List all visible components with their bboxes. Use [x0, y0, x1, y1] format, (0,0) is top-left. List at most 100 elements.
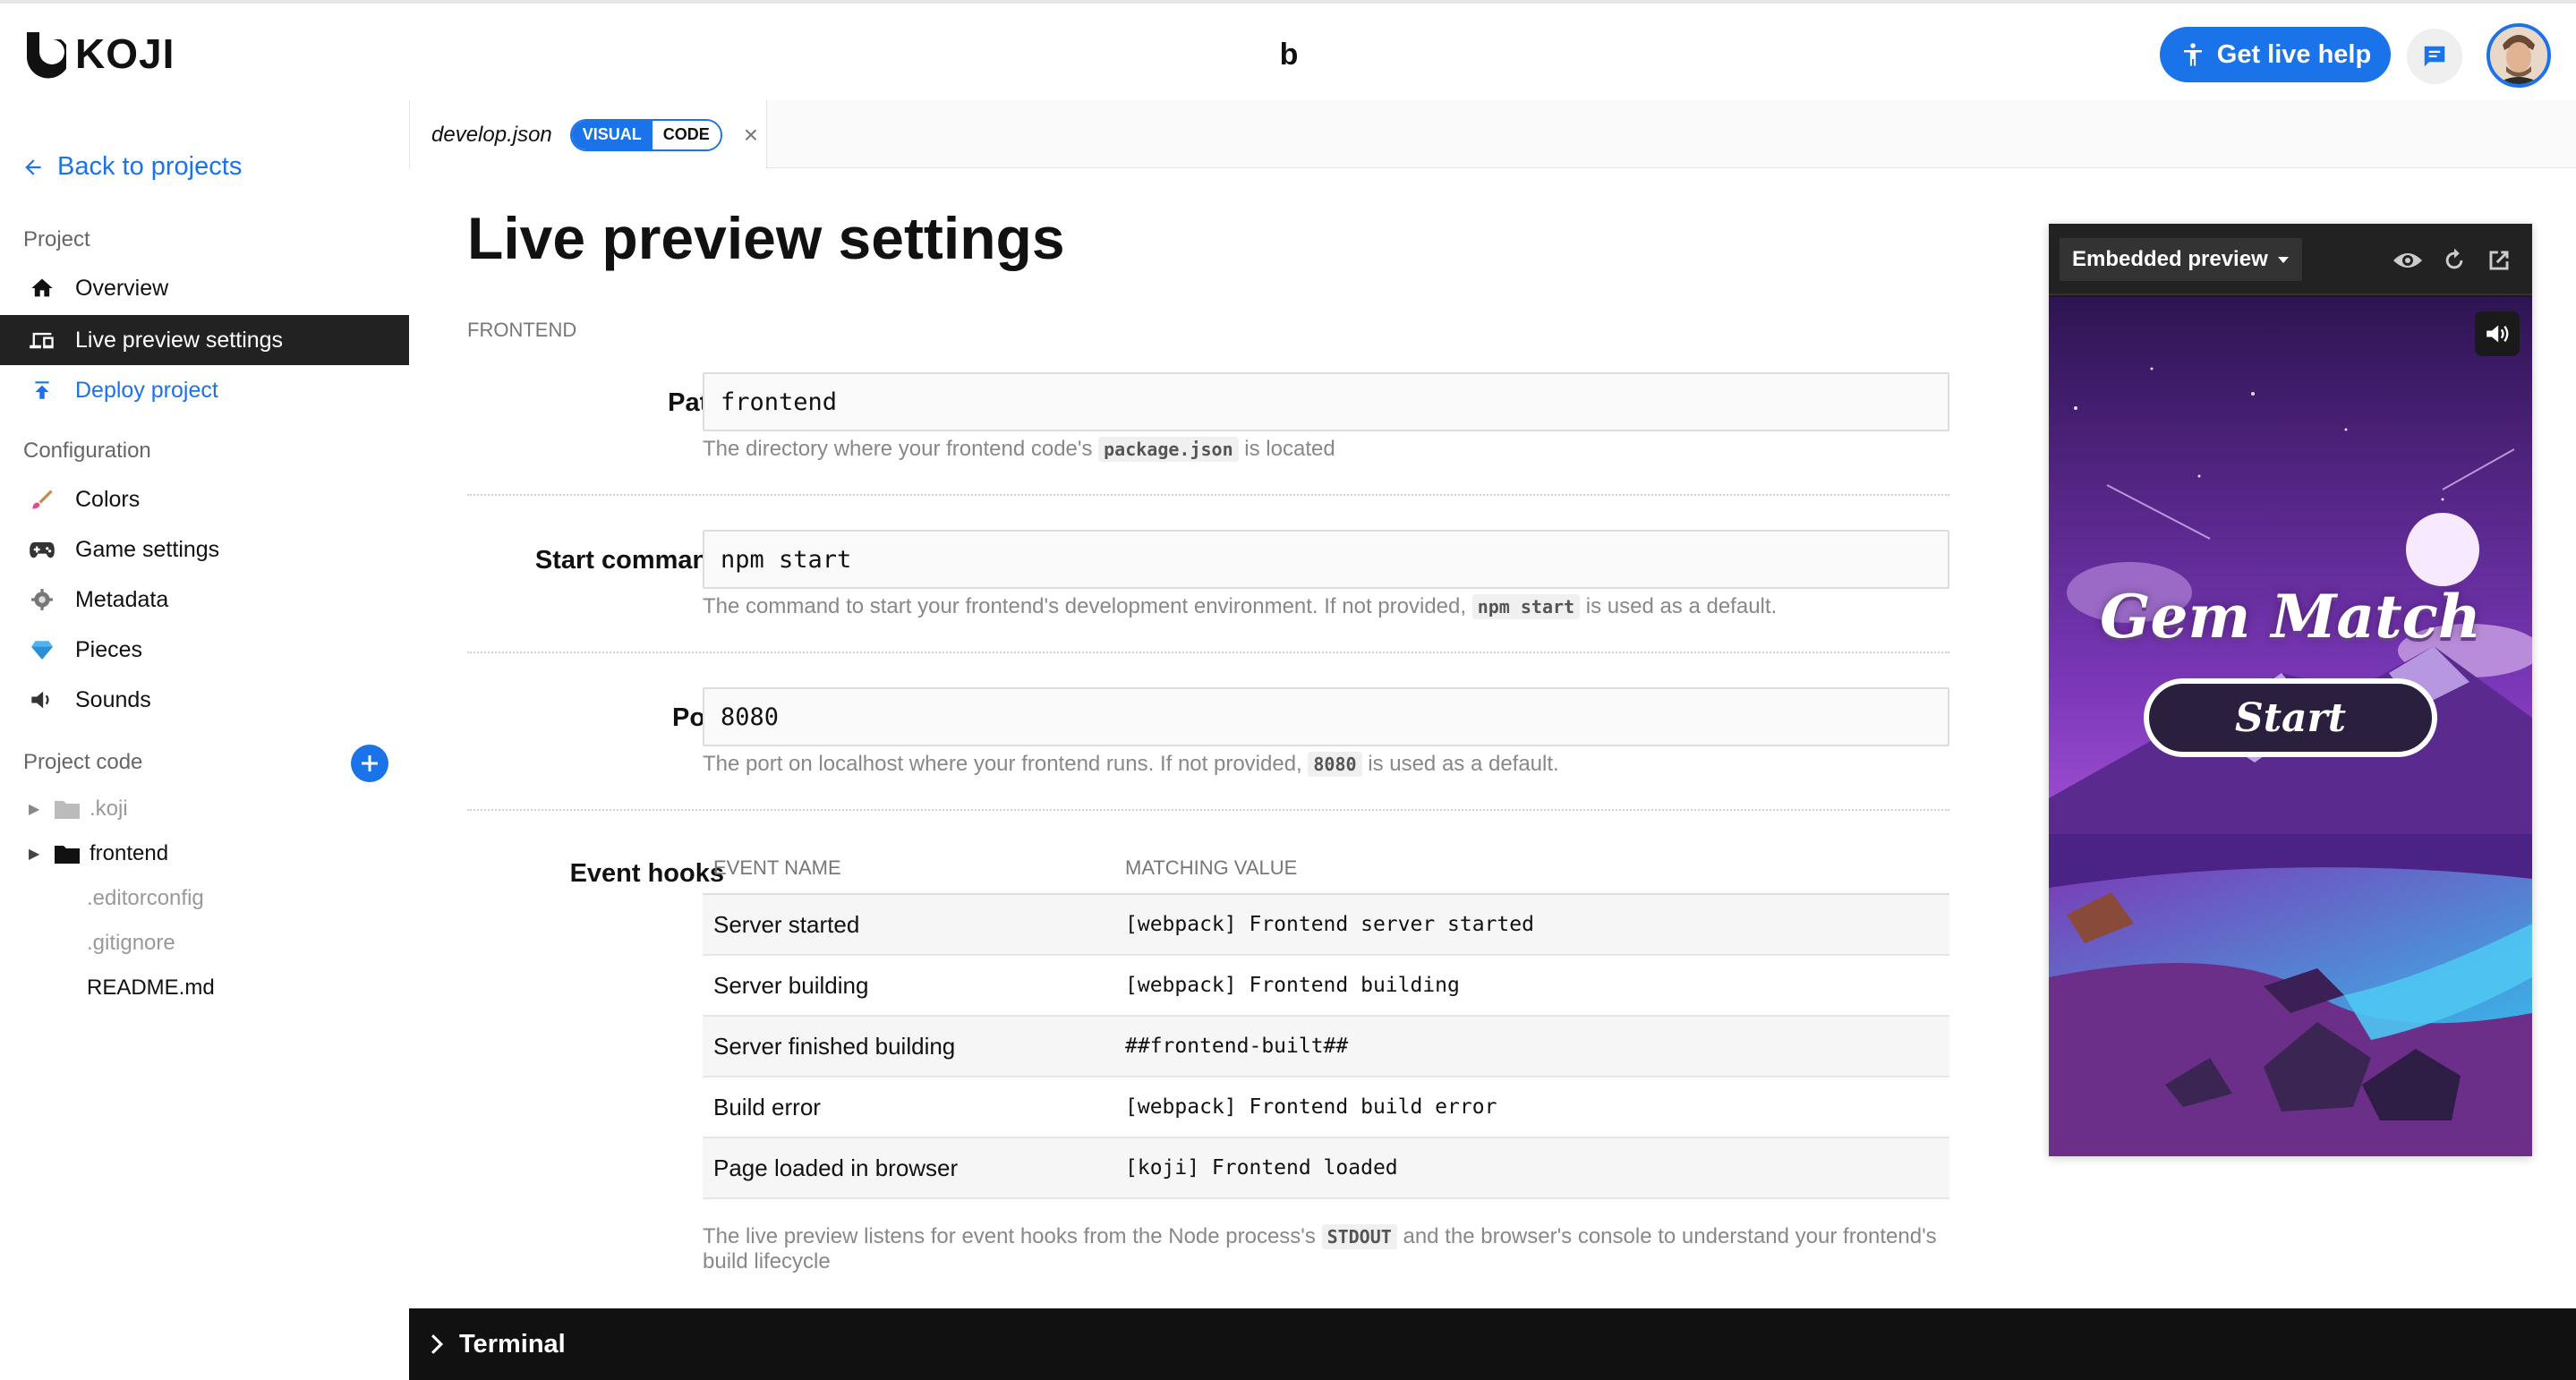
sidebar-item-overview[interactable]: Overview — [0, 263, 409, 313]
speaker-icon — [29, 686, 55, 713]
port-label: Port — [672, 703, 724, 732]
get-live-help-button[interactable]: Get live help — [2160, 27, 2391, 82]
caret-right-icon: ▶ — [29, 847, 40, 862]
terminal-label: Terminal — [459, 1329, 566, 1359]
back-label: Back to projects — [57, 152, 243, 181]
file-tab-develop-json[interactable]: develop.json VISUAL CODE × — [409, 100, 767, 169]
page-title: Live preview settings — [467, 205, 1065, 271]
game-start-button[interactable]: Start — [2144, 678, 2437, 757]
sidebar: Back to projects Project Overview Live p… — [0, 100, 409, 1380]
path-help-code: package.json — [1098, 437, 1239, 462]
sidebar-item-metadata[interactable]: Metadata — [0, 575, 409, 625]
avatar-image — [2490, 27, 2547, 84]
sound-toggle-button[interactable] — [2475, 311, 2520, 356]
sidebar-item-label: Deploy project — [75, 377, 218, 403]
devices-icon — [29, 327, 55, 354]
project-name: b — [1279, 38, 1299, 72]
main-panel: develop.json VISUAL CODE × Live preview … — [409, 100, 2576, 1380]
matching-value-cell[interactable]: [webpack] Frontend building — [1114, 974, 1460, 997]
project-code-section-heading: Project code — [23, 750, 143, 774]
add-file-button[interactable] — [351, 745, 388, 782]
gem-icon — [29, 636, 55, 663]
visual-mode-button[interactable]: VISUAL — [571, 120, 653, 149]
game-controller-icon — [29, 536, 55, 563]
terminal-bar[interactable]: Terminal — [409, 1308, 2576, 1380]
column-header-matching-value: MATCHING VALUE — [1125, 856, 1298, 879]
event-name-cell: Page loaded in browser — [713, 1154, 959, 1181]
table-row[interactable]: Build error [webpack] Frontend build err… — [703, 1078, 1949, 1138]
start-help-prefix: The command to start your frontend's dev… — [703, 594, 1472, 618]
table-row[interactable]: Server finished building ##frontend-buil… — [703, 1017, 1949, 1078]
matching-value-cell[interactable]: ##frontend-built## — [1114, 1035, 1348, 1058]
table-row[interactable]: Server building [webpack] Frontend build… — [703, 956, 1949, 1017]
chat-button[interactable] — [2407, 29, 2462, 84]
arrow-left-icon — [25, 158, 41, 175]
path-input[interactable]: frontend — [703, 372, 1949, 431]
sidebar-item-label: Colors — [75, 486, 141, 512]
koji-logo[interactable]: KOJI — [21, 29, 175, 79]
event-name-cell: Server building — [713, 971, 869, 999]
preview-toolbar: Embedded preview — [2049, 224, 2532, 295]
refresh-icon[interactable] — [2439, 245, 2469, 276]
tree-folder-frontend[interactable]: ▶ frontend — [29, 841, 168, 866]
live-help-label: Get live help — [2216, 39, 2372, 69]
folder-icon — [55, 801, 80, 819]
sidebar-item-live-preview-settings[interactable]: Live preview settings — [0, 315, 409, 365]
divider — [467, 809, 1949, 811]
sidebar-item-sounds[interactable]: Sounds — [0, 675, 409, 725]
close-tab-icon[interactable]: × — [744, 121, 758, 149]
game-title: Gem Match — [2100, 582, 2481, 652]
editor-mode-toggle: VISUAL CODE — [569, 118, 722, 151]
matching-value-cell[interactable]: [koji] Frontend loaded — [1114, 1156, 1398, 1180]
port-help-prefix: The port on localhost where your fronten… — [703, 752, 1309, 776]
sidebar-item-colors[interactable]: Colors — [0, 474, 409, 524]
path-help: The directory where your frontend code's… — [703, 437, 1335, 462]
tree-item-label: .gitignore — [87, 931, 175, 955]
sidebar-item-game-settings[interactable]: Game settings — [0, 524, 409, 575]
event-hooks-label: Event hooks — [569, 859, 724, 888]
event-name-cell: Build error — [713, 1093, 821, 1120]
tree-folder-koji[interactable]: ▶ .koji — [29, 796, 128, 822]
table-row[interactable]: Server started [webpack] Frontend server… — [703, 895, 1949, 956]
code-mode-button[interactable]: CODE — [652, 120, 721, 149]
tree-file-gitignore[interactable]: .gitignore — [87, 931, 175, 956]
paint-brush-icon — [29, 486, 55, 513]
port-help-suffix: is used as a default. — [1361, 752, 1559, 776]
sidebar-item-label: Game settings — [75, 536, 220, 562]
embedded-preview-panel: Embedded preview Gem Match Start — [2049, 224, 2532, 1156]
sidebar-item-label: Metadata — [75, 586, 169, 612]
plus-icon — [362, 755, 378, 771]
start-help-code: npm start — [1471, 594, 1581, 619]
back-to-projects-link[interactable]: Back to projects — [21, 152, 242, 182]
hooks-help-code: STDOUT — [1321, 1224, 1397, 1249]
sidebar-item-label: Pieces — [75, 636, 143, 662]
file-tab-name: develop.json — [431, 122, 552, 147]
start-command-label: Start command — [534, 546, 724, 575]
column-header-event-name: EVENT NAME — [713, 856, 841, 879]
open-in-new-icon[interactable] — [2484, 245, 2514, 276]
preview-mode-label: Embedded preview — [2072, 247, 2268, 271]
matching-value-cell[interactable]: [webpack] Frontend build error — [1114, 1095, 1497, 1119]
preview-mode-select[interactable]: Embedded preview — [2060, 238, 2302, 281]
port-help-code: 8080 — [1308, 752, 1362, 777]
hooks-help-prefix: The live preview listens for event hooks… — [703, 1224, 1322, 1248]
table-row[interactable]: Page loaded in browser [koji] Frontend l… — [703, 1138, 1949, 1199]
gear-icon — [29, 586, 55, 613]
path-label: Path — [668, 388, 724, 417]
sidebar-item-deploy-project[interactable]: Deploy project — [0, 365, 409, 415]
user-avatar[interactable] — [2486, 23, 2551, 88]
port-input[interactable]: 8080 — [703, 687, 1949, 746]
tree-file-readme[interactable]: README.md — [87, 975, 215, 1001]
eye-icon[interactable] — [2393, 245, 2423, 276]
event-hooks-table: EVENT NAME MATCHING VALUE Server started… — [703, 843, 1949, 1199]
volume-icon — [2486, 325, 2509, 343]
caret-right-icon: ▶ — [29, 802, 40, 817]
start-command-input[interactable]: npm start — [703, 530, 1949, 589]
divider — [467, 652, 1949, 653]
matching-value-cell[interactable]: [webpack] Frontend server started — [1114, 913, 1534, 936]
table-header: EVENT NAME MATCHING VALUE — [703, 843, 1949, 895]
chevron-right-icon — [431, 1334, 444, 1354]
sidebar-item-pieces[interactable]: Pieces — [0, 625, 409, 675]
tree-file-editorconfig[interactable]: .editorconfig — [87, 886, 204, 911]
tree-item-label: README.md — [87, 975, 215, 1000]
